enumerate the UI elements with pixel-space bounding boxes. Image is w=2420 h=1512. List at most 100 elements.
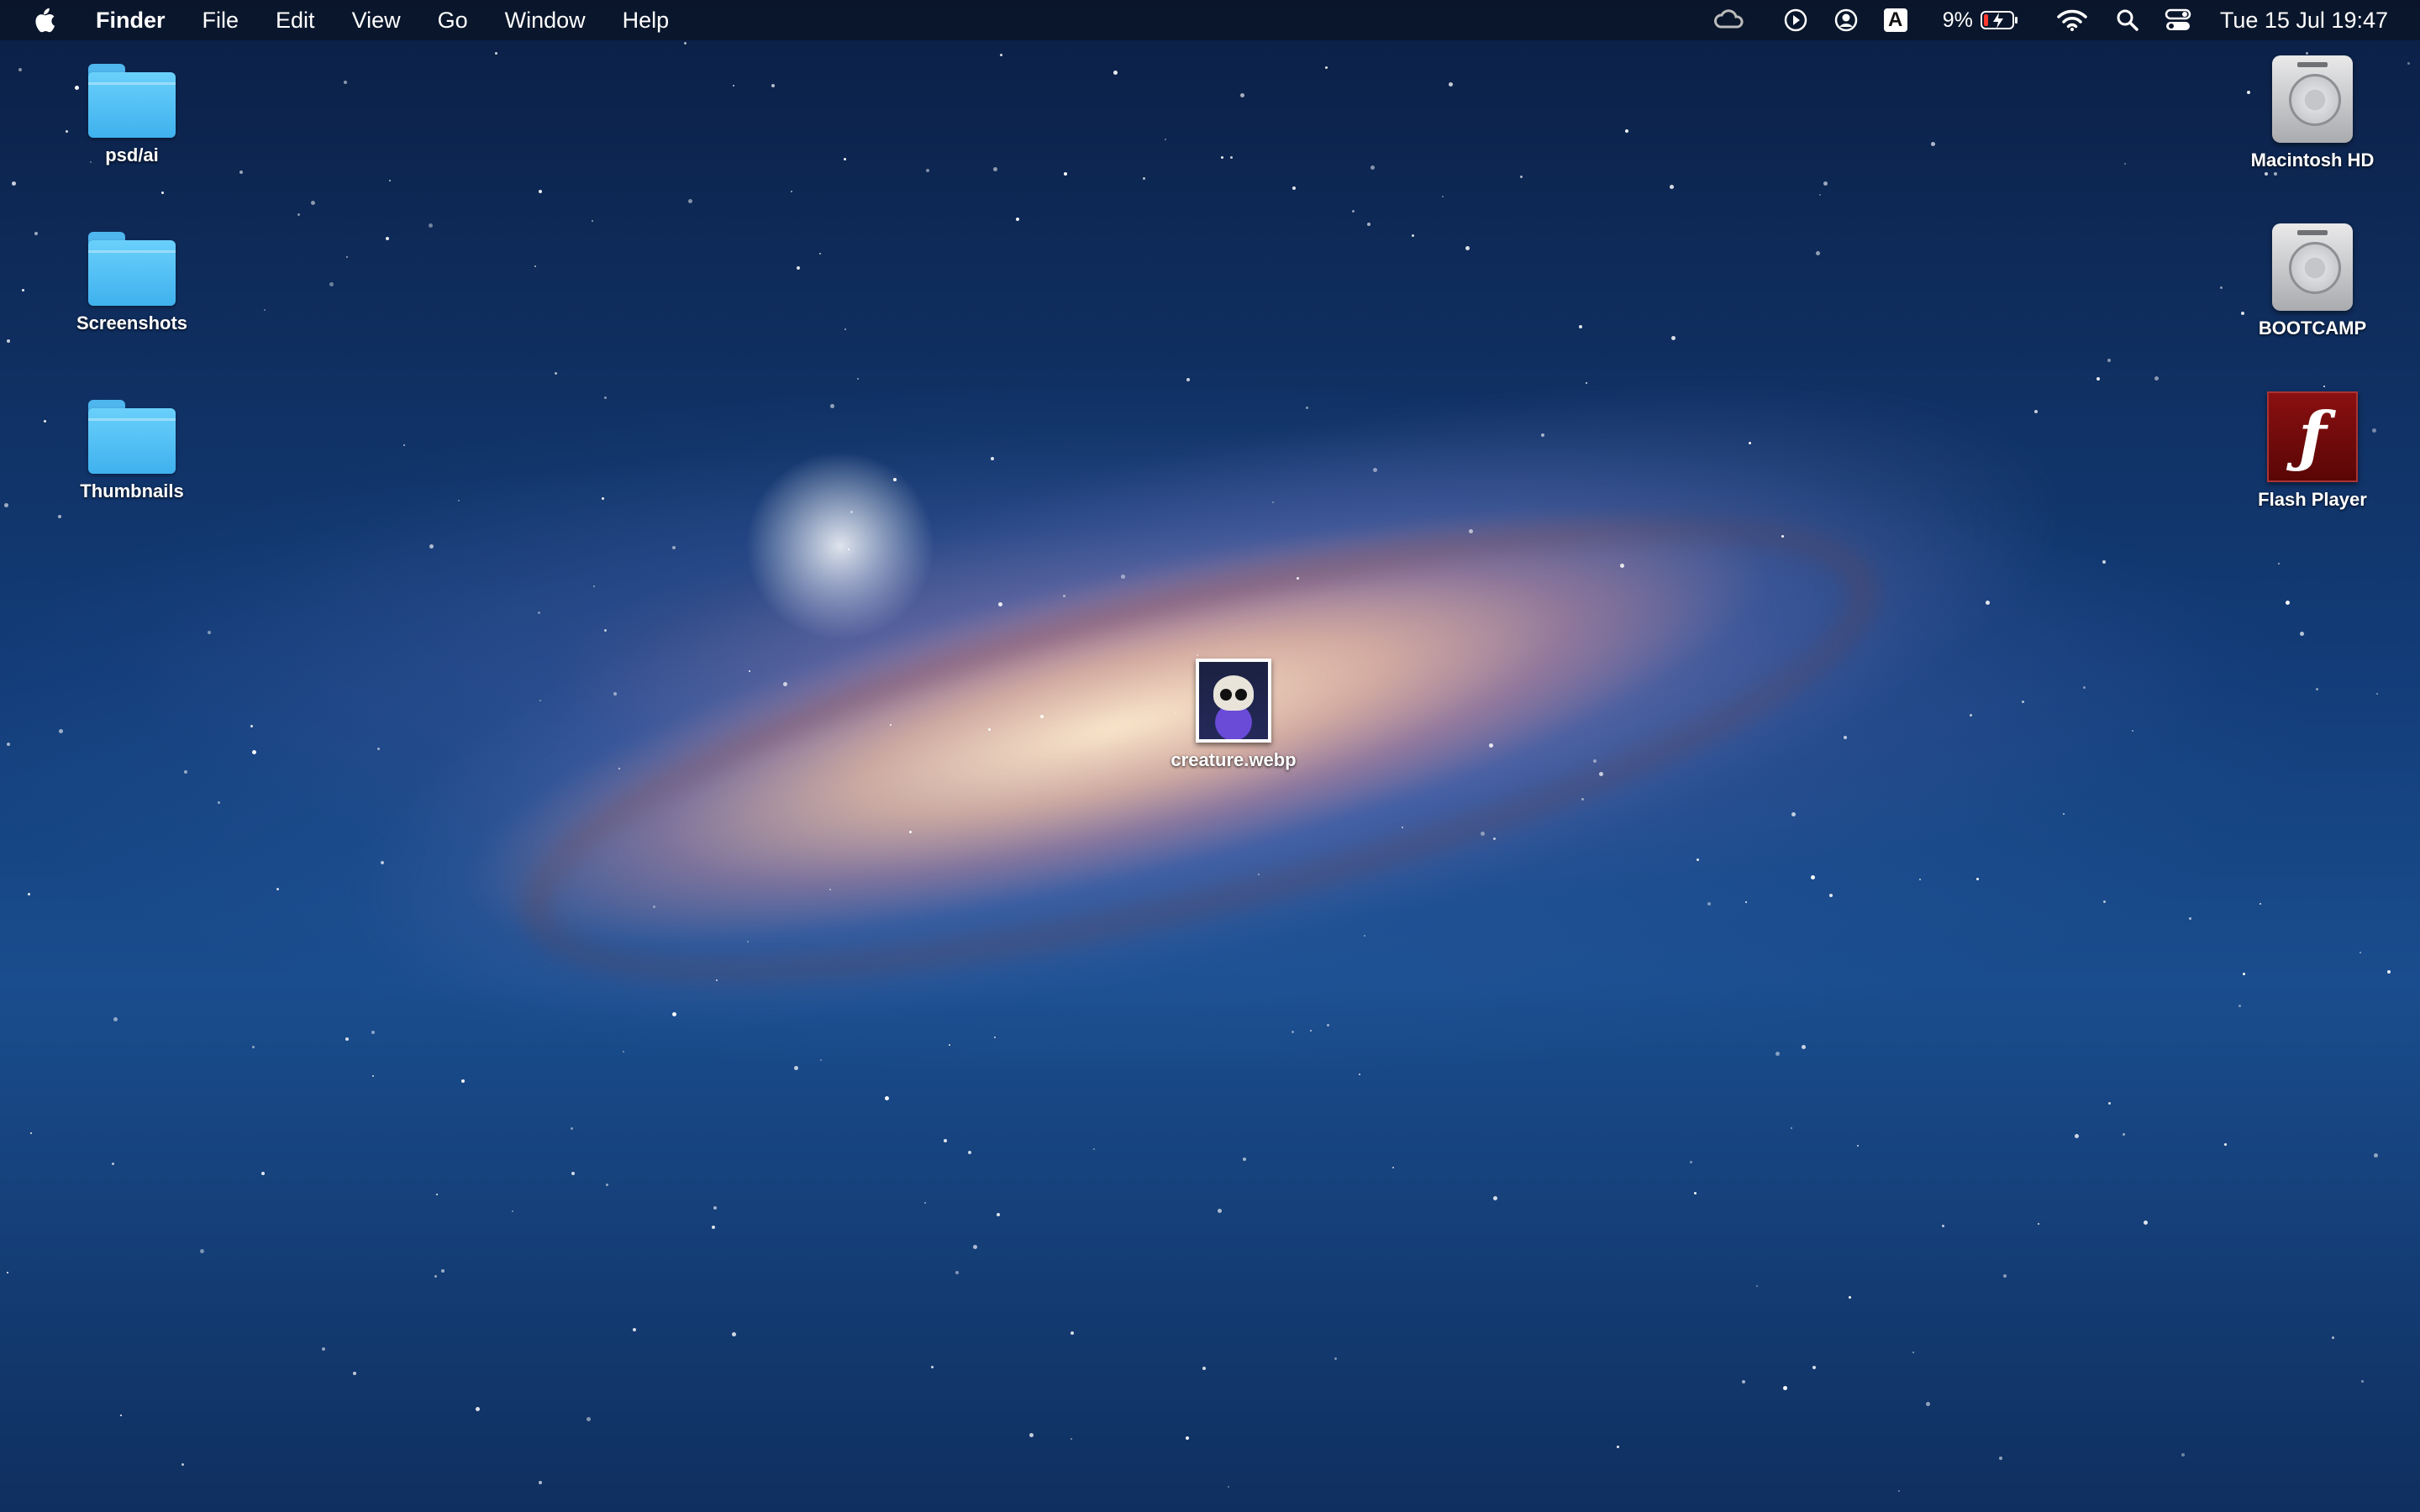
- star: [1442, 196, 1444, 197]
- star: [2265, 172, 2268, 176]
- star: [1352, 210, 1355, 213]
- star: [1912, 1352, 1914, 1353]
- star: [2220, 286, 2223, 289]
- star: [2300, 632, 2304, 636]
- star: [1370, 165, 1375, 170]
- star: [377, 748, 380, 750]
- star: [1489, 743, 1493, 748]
- star: [993, 167, 997, 171]
- star: [18, 68, 22, 71]
- desktop-drive-bootcamp[interactable]: BOOTCAMP: [2228, 223, 2396, 339]
- star: [604, 396, 607, 399]
- menu-help[interactable]: Help: [623, 8, 670, 34]
- creative-cloud-icon[interactable]: [1712, 8, 1746, 32]
- star: [688, 199, 692, 203]
- star: [988, 728, 991, 731]
- star: [783, 682, 787, 686]
- star: [539, 700, 541, 701]
- apple-menu-icon[interactable]: [32, 8, 55, 33]
- star: [1926, 1402, 1930, 1406]
- star: [264, 309, 266, 311]
- star: [322, 1347, 325, 1351]
- star: [2107, 359, 2111, 362]
- hard-drive-icon: [2272, 223, 2353, 311]
- menu-window[interactable]: Window: [505, 8, 586, 34]
- star: [495, 52, 497, 55]
- star: [311, 201, 315, 205]
- menu-go[interactable]: Go: [438, 8, 468, 34]
- menu-edit[interactable]: Edit: [276, 8, 315, 34]
- star: [1670, 185, 1674, 189]
- star: [261, 1172, 265, 1175]
- star: [1816, 251, 1820, 255]
- star: [1297, 577, 1299, 580]
- star: [1791, 1127, 1792, 1129]
- flash-player-icon: ƒ: [2267, 391, 2358, 482]
- star: [733, 85, 734, 87]
- star: [2038, 1223, 2039, 1225]
- star: [893, 478, 897, 481]
- star: [353, 1372, 356, 1375]
- star: [820, 1059, 822, 1061]
- star: [1373, 468, 1377, 472]
- menu-finder[interactable]: Finder: [96, 8, 166, 34]
- image-thumbnail-icon: [1196, 659, 1271, 743]
- desktop-file-creature-webp[interactable]: creature.webp: [1150, 659, 1318, 771]
- star: [1481, 832, 1485, 836]
- battery-charging-icon[interactable]: [1980, 10, 2018, 30]
- desktop-folder-screenshots[interactable]: Screenshots: [48, 232, 216, 334]
- desktop-drive-macintosh-hd[interactable]: Macintosh HD: [2228, 55, 2396, 171]
- desktop-folder-thumbnails[interactable]: Thumbnails: [48, 400, 216, 502]
- star: [381, 861, 384, 864]
- star: [1327, 1024, 1329, 1026]
- menu-view[interactable]: View: [352, 8, 401, 34]
- star: [276, 888, 279, 890]
- play-circle-icon[interactable]: [1783, 8, 1808, 33]
- star: [791, 191, 792, 192]
- star: [1802, 1045, 1806, 1049]
- user-account-icon[interactable]: [1833, 8, 1859, 33]
- control-center-icon[interactable]: [2165, 8, 2191, 33]
- star: [618, 768, 620, 769]
- star: [1449, 82, 1453, 87]
- desktop-folder-psd-ai[interactable]: psd/ai: [48, 64, 216, 166]
- star: [623, 1051, 624, 1053]
- input-source-icon[interactable]: A: [1883, 8, 1907, 32]
- star: [252, 750, 256, 754]
- star: [994, 1037, 996, 1038]
- star: [239, 171, 243, 174]
- star: [386, 237, 389, 240]
- desktop-icon-label: Thumbnails: [80, 480, 184, 501]
- star: [1697, 858, 1699, 861]
- star: [2102, 560, 2106, 564]
- star: [372, 1075, 374, 1077]
- star: [1469, 529, 1473, 533]
- star: [2274, 172, 2277, 176]
- star: [1931, 142, 1935, 146]
- menu-file[interactable]: File: [203, 8, 239, 34]
- star: [1620, 564, 1624, 568]
- star: [250, 725, 253, 727]
- star: [1849, 1296, 1851, 1299]
- star: [1359, 1074, 1360, 1075]
- star: [1240, 93, 1244, 97]
- star: [538, 612, 540, 614]
- star: [539, 190, 542, 193]
- star: [794, 1066, 798, 1070]
- wifi-icon[interactable]: [2057, 8, 2087, 32]
- star: [30, 1132, 32, 1134]
- star: [371, 1031, 375, 1034]
- star: [1823, 181, 1828, 186]
- star: [112, 1163, 114, 1165]
- menu-clock[interactable]: Tue 15 Jul 19:47: [2220, 8, 2388, 34]
- star: [909, 831, 912, 833]
- star: [1221, 156, 1223, 159]
- star: [606, 1184, 608, 1186]
- star: [848, 549, 850, 550]
- star: [2332, 1336, 2334, 1339]
- spotlight-search-icon[interactable]: [2116, 8, 2139, 32]
- star: [1791, 812, 1796, 816]
- desktop-icon-label: creature.webp: [1171, 749, 1297, 770]
- star: [2034, 410, 2038, 413]
- desktop-app-flash-player[interactable]: ƒ Flash Player: [2228, 391, 2396, 511]
